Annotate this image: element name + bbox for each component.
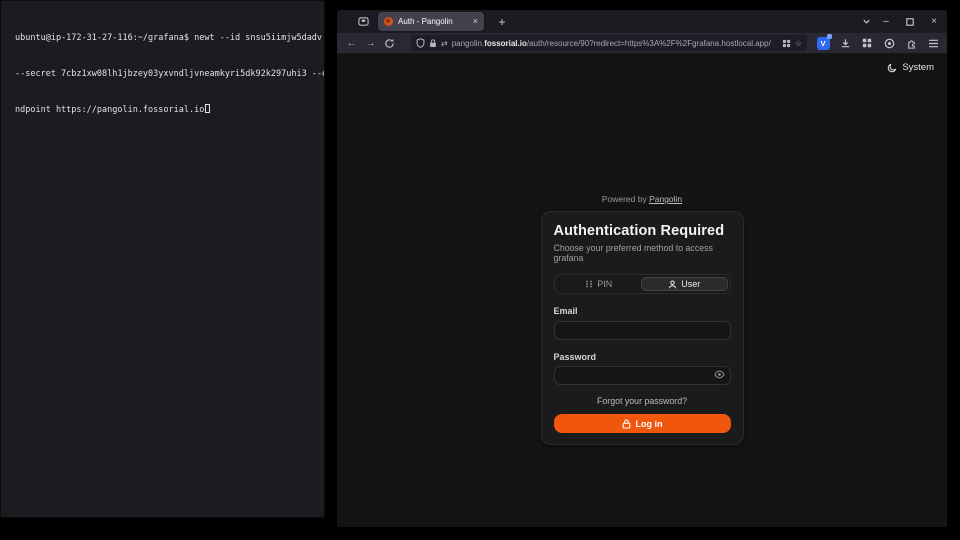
keypad-icon xyxy=(585,280,593,288)
email-label: Email xyxy=(554,306,731,316)
terminal-window[interactable]: ubuntu@ip-172-31-27-116:~/grafana$ newt … xyxy=(0,0,325,518)
browser-window: Auth - Pangolin × + – × ← → ⇄ xyxy=(337,10,947,527)
auth-method-tabs: PIN User xyxy=(554,274,731,294)
pangolin-favicon-icon xyxy=(384,17,393,26)
window-controls: – × xyxy=(879,10,941,33)
terminal-line: ndpoint https://pangolin.fossorial.io xyxy=(15,104,318,116)
tab-strip: Auth - Pangolin × + – × xyxy=(337,10,947,33)
terminal-line: --secret 7cbz1xw08lh1jbzey03yxvndljvneam… xyxy=(15,68,318,80)
lock-icon[interactable] xyxy=(429,39,437,48)
terminal-line: ubuntu@ip-172-31-27-116:~/grafana$ newt … xyxy=(15,32,318,44)
new-tab-button[interactable]: + xyxy=(493,13,511,31)
shield-icon[interactable] xyxy=(416,38,425,48)
extension-badge xyxy=(827,34,832,39)
swap-arrows-icon[interactable]: ⇄ xyxy=(441,39,448,48)
pangolin-link[interactable]: Pangolin xyxy=(649,194,682,204)
user-icon xyxy=(668,280,677,289)
bookmark-star-icon[interactable]: ☆ xyxy=(795,39,802,48)
password-field[interactable] xyxy=(554,366,731,385)
grid-icon[interactable] xyxy=(860,36,874,50)
terminal-cursor xyxy=(205,104,210,113)
minimize-button[interactable]: – xyxy=(879,15,893,29)
list-all-tabs-chevron-icon[interactable] xyxy=(859,14,873,28)
urlbar-grid-icon[interactable] xyxy=(782,39,791,48)
menu-hamburger-icon[interactable] xyxy=(926,36,940,50)
extensions-puzzle-icon[interactable] xyxy=(904,36,918,50)
circle-ring-icon[interactable] xyxy=(882,36,896,50)
tab-pin-label: PIN xyxy=(597,279,612,289)
show-password-eye-icon[interactable] xyxy=(714,370,725,379)
auth-column: Powered by Pangolin Authentication Requi… xyxy=(541,54,744,445)
card-subtitle: Choose your preferred method to access g… xyxy=(554,243,731,263)
tab-pin[interactable]: PIN xyxy=(557,277,642,291)
auth-card: Authentication Required Choose your pref… xyxy=(541,211,744,445)
theme-toggle[interactable]: System xyxy=(887,62,934,73)
back-button[interactable]: ← xyxy=(344,36,359,51)
extension-v-icon[interactable]: V xyxy=(816,36,830,50)
card-title: Authentication Required xyxy=(554,223,731,239)
extensions-area: V xyxy=(816,36,940,50)
lock-icon xyxy=(622,419,631,429)
tab-user-label: User xyxy=(681,279,700,289)
moon-icon xyxy=(887,63,897,73)
page-content: System Powered by Pangolin Authenticatio… xyxy=(337,54,947,527)
tab-auth-pangolin[interactable]: Auth - Pangolin × xyxy=(378,12,484,31)
powered-by: Powered by Pangolin xyxy=(541,194,744,204)
login-button-label: Log in xyxy=(636,419,663,429)
email-field[interactable] xyxy=(554,321,731,340)
close-window-button[interactable]: × xyxy=(927,15,941,29)
forgot-password-link[interactable]: Forgot your password? xyxy=(554,396,731,406)
firefox-view-icon[interactable] xyxy=(351,13,375,30)
maximize-button[interactable] xyxy=(903,15,917,29)
password-label: Password xyxy=(554,352,731,362)
forward-button[interactable]: → xyxy=(363,36,378,51)
navigation-toolbar: ← → ⇄ pangolin.fossorial.io/auth/resourc… xyxy=(337,33,947,54)
tab-close-icon[interactable]: × xyxy=(473,17,478,26)
login-button[interactable]: Log in xyxy=(554,414,731,433)
downloads-icon[interactable] xyxy=(838,36,852,50)
reload-button[interactable] xyxy=(382,36,397,51)
url-text[interactable]: pangolin.fossorial.io/auth/resource/90?r… xyxy=(452,39,778,48)
tab-user[interactable]: User xyxy=(641,277,728,291)
theme-label: System xyxy=(902,62,934,73)
tab-title: Auth - Pangolin xyxy=(398,17,468,26)
url-bar[interactable]: ⇄ pangolin.fossorial.io/auth/resource/90… xyxy=(411,35,807,51)
